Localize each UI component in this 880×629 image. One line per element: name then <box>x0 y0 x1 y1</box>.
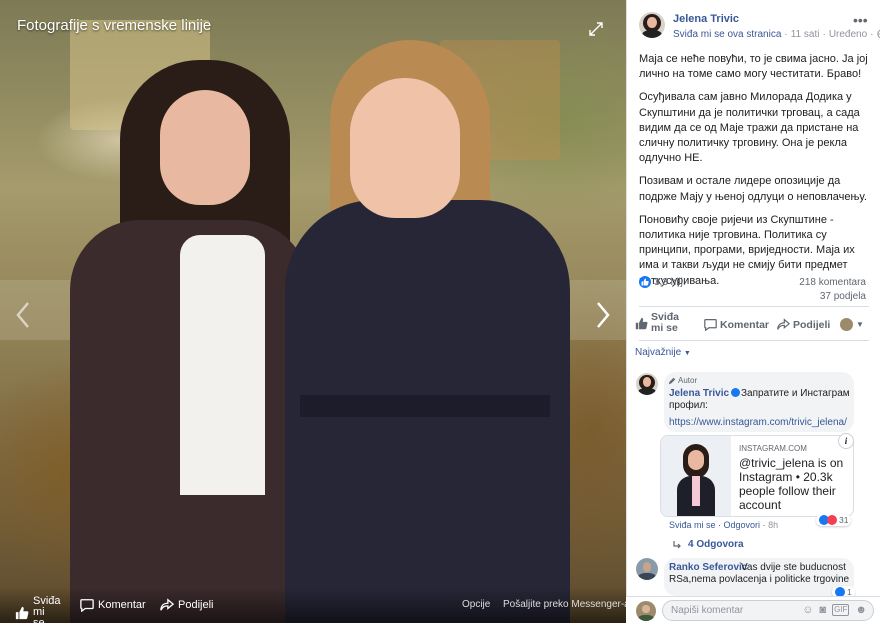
view-replies-link[interactable]: 4 Odgovora <box>672 539 744 550</box>
photo-share-button[interactable]: Podijeli <box>160 598 213 612</box>
comment-sort-dropdown[interactable]: Najvažnije ▼ <box>635 347 691 358</box>
comment-text: Запратите и Инстаграм <box>741 388 850 399</box>
post-share-button[interactable]: Podijeli <box>777 318 830 331</box>
photo-like-label: Sviđa mi se <box>33 595 61 629</box>
post-paragraph: Позивам и остале лидере опозиције да под… <box>639 175 867 203</box>
comment-icon <box>80 599 94 612</box>
comment-text: RSa,nema povlacenja i politicke trgovine <box>669 574 850 585</box>
post-paragraph: Маја се неће повући, то је свима јасно. … <box>639 53 868 81</box>
divider <box>639 340 869 341</box>
comment-icon <box>704 319 717 331</box>
shares-count[interactable]: 37 podjela <box>799 290 866 304</box>
comment-reaction-count: 31 <box>839 515 849 525</box>
reactions-summary[interactable]: 3,3 hilj. <box>639 276 686 288</box>
post-like-button[interactable]: Sviđa mi se <box>635 312 689 334</box>
reply-arrow-icon <box>673 540 681 548</box>
commenter-avatar[interactable] <box>636 373 658 395</box>
link-preview-title: @trivic_jelena is on Instagram • 20.3k p… <box>739 456 844 512</box>
info-icon[interactable]: i <box>838 433 854 449</box>
person-right-face <box>350 78 460 218</box>
divider <box>639 306 869 307</box>
comment-text: Vas dvije ste buducnost <box>741 562 846 573</box>
verified-badge-icon <box>731 388 741 397</box>
comment-text: профил: <box>669 400 708 411</box>
post-actions: Sviđa mi se Komentar Podijeli ▼ <box>627 312 880 338</box>
album-title[interactable]: Fotografije s vremenske linije <box>17 17 211 34</box>
like-reaction-icon <box>639 276 651 288</box>
current-user-avatar <box>840 318 853 331</box>
love-reaction-icon <box>827 515 837 525</box>
comments-count[interactable]: 218 komentara <box>799 276 866 290</box>
post-body: Маја се неће повући, то је свима јасно. … <box>639 52 875 297</box>
photo-share-label: Podijeli <box>178 599 214 611</box>
globe-icon <box>876 29 880 39</box>
next-photo-arrow-icon[interactable] <box>592 300 612 330</box>
commenter-name[interactable]: Ranko Seferovic <box>669 562 747 573</box>
comment-input-placeholder: Napiši komentar <box>671 605 744 616</box>
thumbs-up-icon <box>635 317 648 329</box>
engagement-counts: 218 komentara 37 podjela <box>799 276 866 304</box>
author-avatar[interactable] <box>639 12 665 38</box>
link-preview-domain: INSTAGRAM.COM <box>739 444 807 453</box>
camera-icon[interactable]: ◙ <box>819 604 826 616</box>
author-badge-label: Autor <box>678 376 698 385</box>
photo-comment-button[interactable]: Komentar <box>80 598 146 612</box>
post-paragraph: Осуђивала сам јавно Милорада Додика у Ск… <box>639 91 860 165</box>
pencil-icon <box>668 377 676 384</box>
share-icon <box>777 318 790 330</box>
instagram-link[interactable]: https://www.instagram.com/trivic_jelena/ <box>669 417 847 428</box>
post-meta: Sviđa mi se ova stranica · 11 sati · Uređeno… <box>673 29 880 40</box>
comment-time[interactable]: 8h <box>768 520 778 530</box>
post-comment-button[interactable]: Komentar <box>704 318 769 331</box>
comment-actions: Sviđa mi se · Odgovori · 8h <box>669 520 779 530</box>
timeline-photo[interactable]: Fotografije s vremenske linije <box>0 0 626 623</box>
person-right-belt <box>300 395 550 417</box>
commenter-name[interactable]: Jelena Trivic <box>669 388 741 399</box>
commenter-name-text: Jelena Trivic <box>669 388 730 399</box>
expand-icon[interactable] <box>588 21 604 37</box>
chevron-down-icon: ▼ <box>683 350 691 357</box>
post-time[interactable]: 11 sati <box>791 29 820 40</box>
current-user-avatar <box>636 601 656 621</box>
replies-label: 4 Odgovora <box>688 539 744 550</box>
reactions-count: 3,3 hilj. <box>654 276 686 288</box>
photo-options-link[interactable]: Opcije <box>462 599 490 610</box>
comment-reply-link[interactable]: Odgovori <box>724 520 761 530</box>
thumbs-up-icon <box>15 606 29 619</box>
sticker-icon[interactable]: ☻ <box>855 604 867 616</box>
link-preview-image <box>661 436 731 516</box>
comment-reactions[interactable]: 31 <box>816 514 852 526</box>
like-page-link[interactable]: Sviđa mi se ova stranica <box>673 29 781 40</box>
emoji-icon[interactable]: ☺ <box>802 604 813 616</box>
post-share-label: Podijeli <box>793 318 831 331</box>
edited-label[interactable]: Uređeno <box>829 29 867 40</box>
comment-like-link[interactable]: Sviđa mi se <box>669 520 716 530</box>
sort-label: Najvažnije <box>635 347 682 358</box>
comment-composer: Napiši komentar ☺ ◙ GIF ☻ <box>626 596 880 623</box>
send-via-messenger-link[interactable]: Pošaljite preko Messenger-a <box>503 599 630 610</box>
comment-input[interactable]: Napiši komentar ☺ ◙ GIF ☻ <box>662 600 874 621</box>
link-preview-card[interactable]: INSTAGRAM.COM @trivic_jelena is on Insta… <box>660 435 854 517</box>
chevron-down-icon: ▼ <box>856 320 864 329</box>
photo-comment-label: Komentar <box>98 599 146 611</box>
photo-like-button[interactable]: Sviđa mi se <box>15 595 61 629</box>
author-badge: Autor <box>668 376 697 385</box>
post-like-label: Sviđa mi se <box>651 311 680 334</box>
previous-photo-arrow-icon[interactable] <box>14 300 34 330</box>
gif-icon[interactable]: GIF <box>832 604 850 616</box>
reactor-selector[interactable]: ▼ <box>840 318 864 331</box>
post-comment-label: Komentar <box>720 318 770 331</box>
more-options-icon[interactable]: ••• <box>853 12 869 28</box>
person-left-face <box>160 90 250 205</box>
commenter-avatar[interactable] <box>636 558 658 580</box>
person-left-shirt <box>180 235 265 495</box>
share-icon <box>160 598 174 611</box>
post-author-name[interactable]: Jelena Trivic <box>673 13 739 25</box>
